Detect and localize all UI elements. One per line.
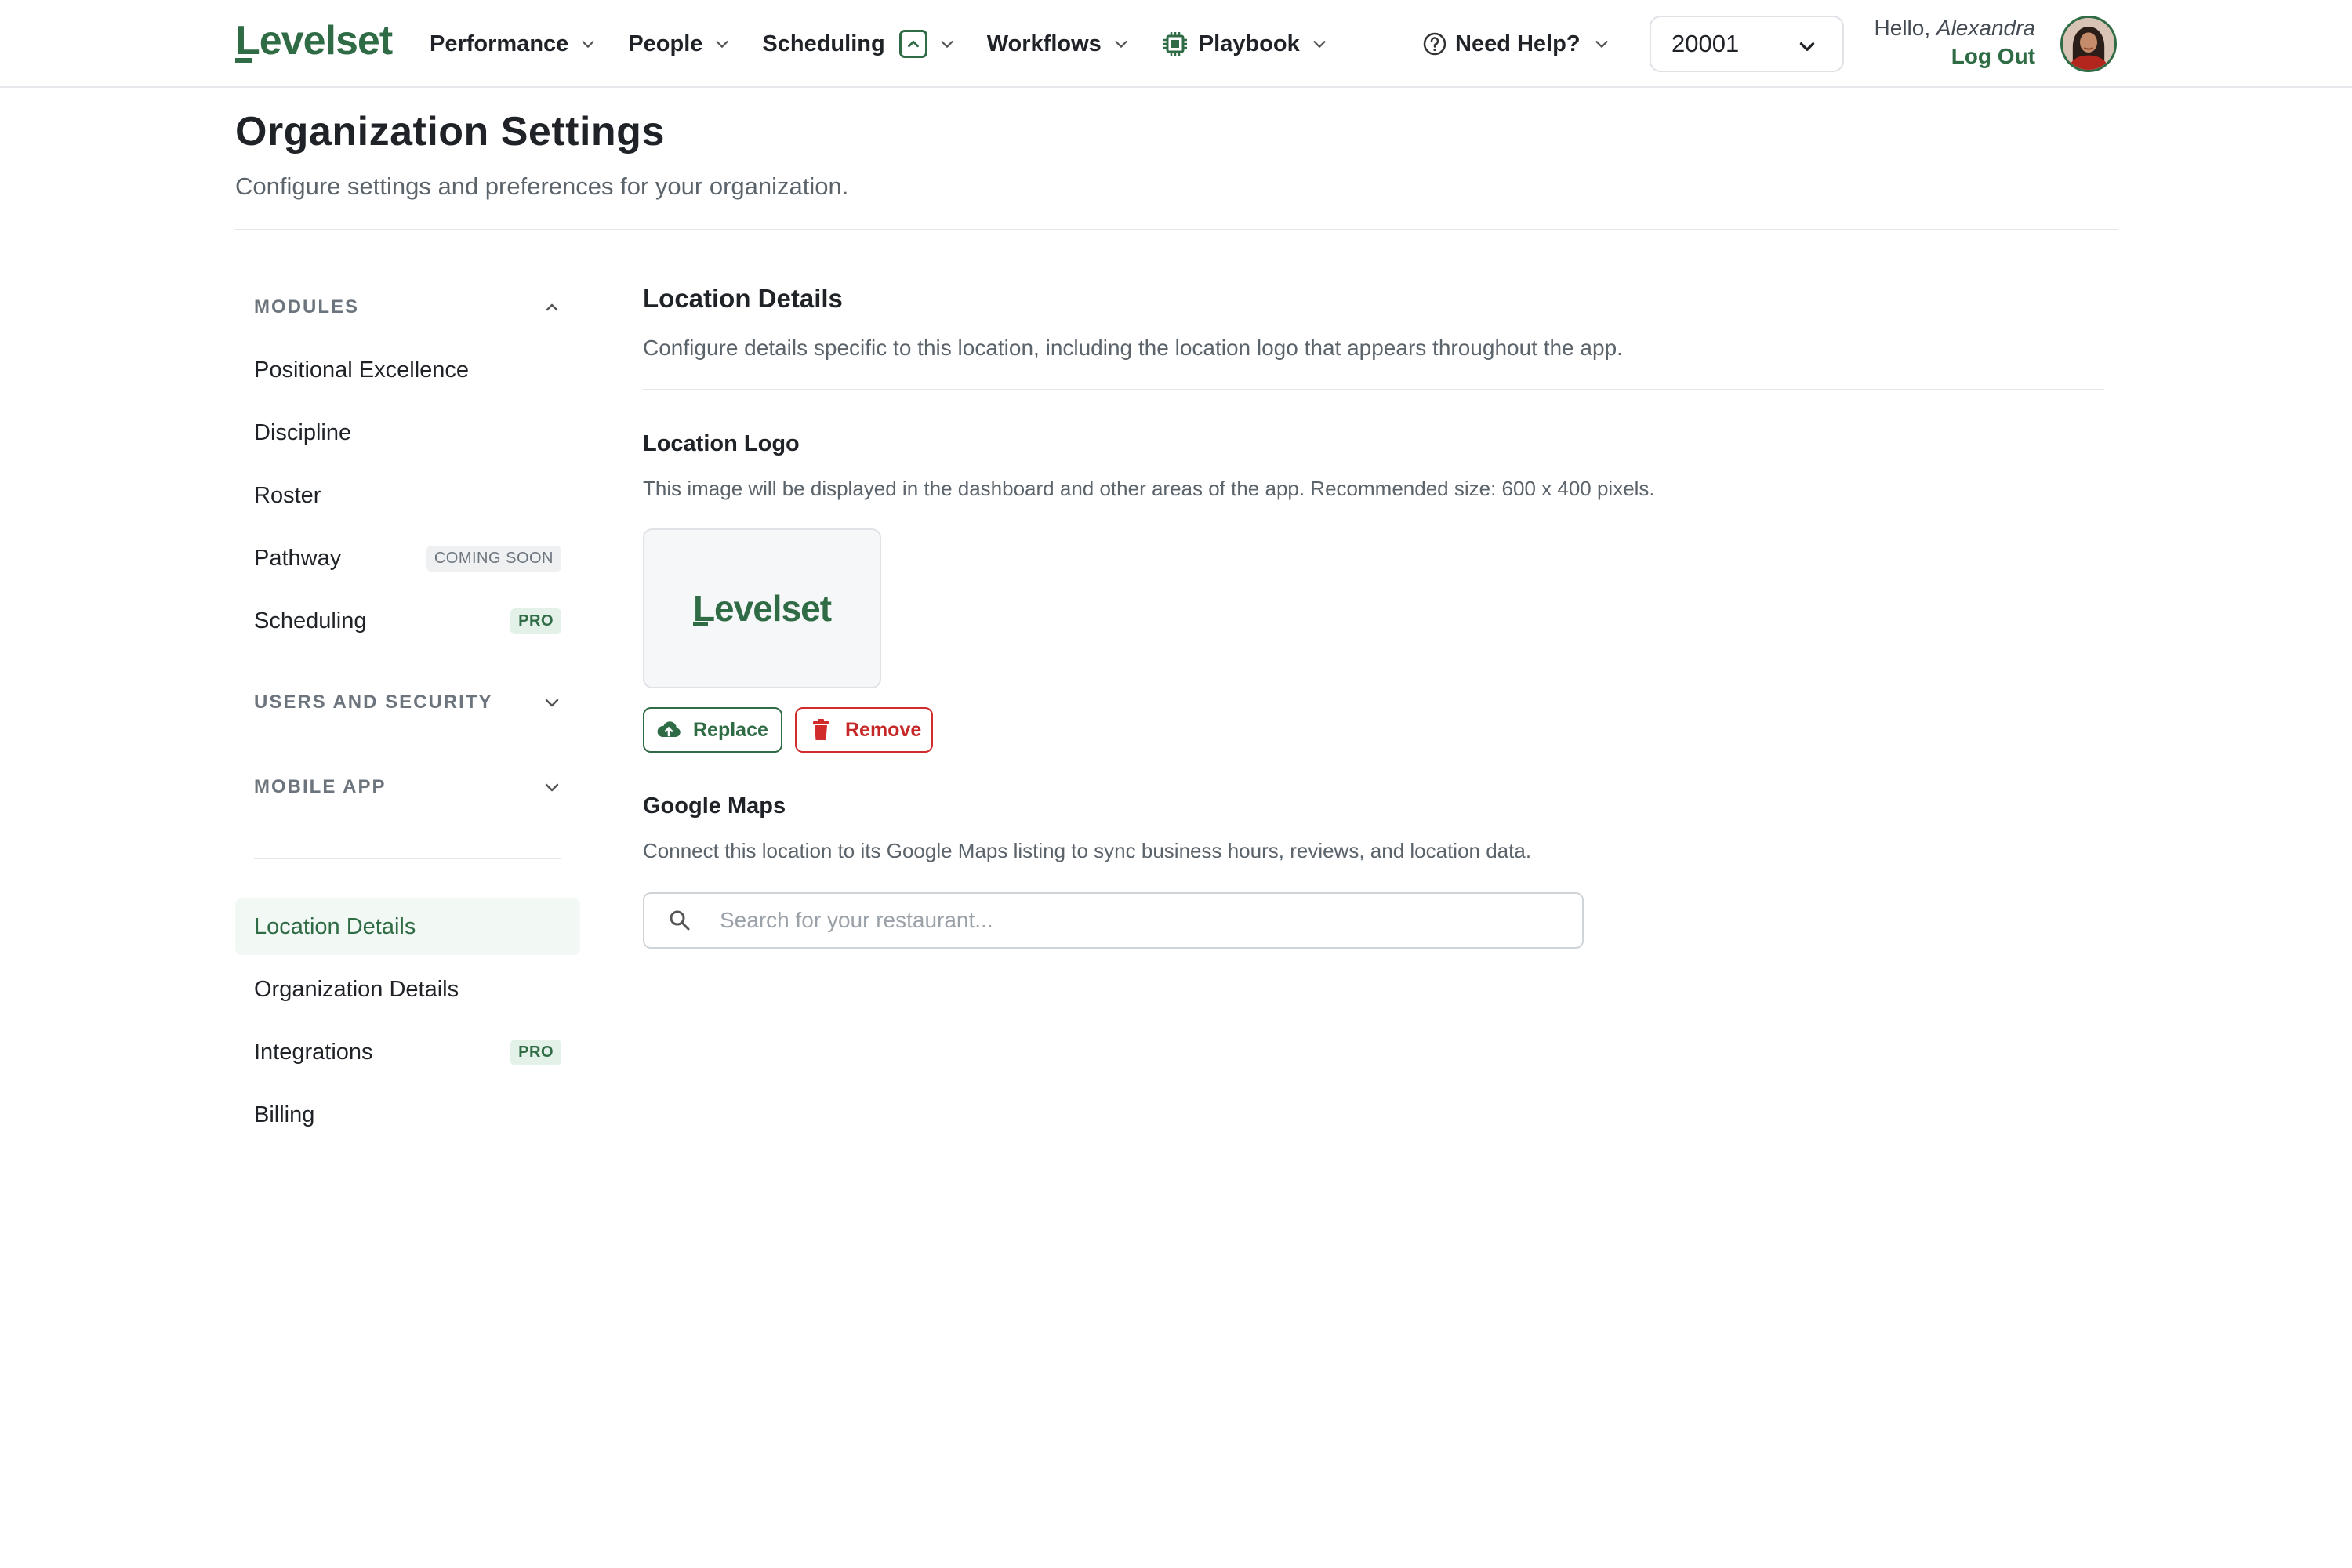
search-icon [668, 909, 691, 932]
logout-link[interactable]: Log Out [1875, 42, 2035, 71]
sidebar-item-roster[interactable]: Roster [235, 467, 580, 524]
sidebar-item-label: Location Details [254, 913, 416, 939]
logo-first-letter: L [235, 16, 260, 66]
restaurant-search-input[interactable] [720, 908, 1566, 933]
nav-workflows-label: Workflows [986, 31, 1102, 56]
preview-text: evelset [714, 588, 832, 629]
nav-scheduling-label: Scheduling [762, 31, 885, 56]
cloud-upload-icon [655, 717, 682, 743]
section-users-security-label: USERS AND SECURITY [254, 691, 493, 713]
pro-badge: PRO [510, 608, 561, 634]
location-logo-preview: Levelset [643, 528, 881, 688]
section-mobile-app-label: MOBILE APP [254, 776, 387, 797]
location-select[interactable]: 20001 [1650, 16, 1844, 72]
chevron-down-icon [1311, 35, 1328, 53]
greeting-hello: Hello, [1874, 16, 1931, 40]
trash-icon [808, 717, 834, 743]
pro-badge: PRO [510, 1039, 561, 1065]
header-divider [235, 229, 2118, 230]
sidebar-item-scheduling[interactable]: Scheduling PRO [235, 593, 580, 649]
sidebar-divider [254, 858, 561, 859]
chevron-up-badge-icon [898, 30, 927, 58]
page-title: Organization Settings [235, 109, 665, 154]
nav-scheduling[interactable]: Scheduling [762, 30, 955, 58]
user-name: Alexandra [1936, 16, 2035, 40]
remove-logo-button[interactable]: Remove [795, 707, 933, 753]
sidebar-item-organization-details[interactable]: Organization Details [235, 961, 580, 1018]
sidebar-section-modules[interactable]: MODULES [254, 292, 561, 323]
section-title: Location Details [643, 284, 843, 313]
section-modules-label: MODULES [254, 296, 359, 318]
location-logo-description: This image will be displayed in the dash… [643, 477, 1655, 500]
replace-logo-button[interactable]: Replace [643, 707, 782, 753]
chevron-down-icon [579, 35, 597, 53]
chevron-down-icon [1797, 36, 1817, 56]
chip-icon [1161, 30, 1189, 58]
levelset-logo[interactable]: Levelset [235, 16, 393, 66]
nav-people[interactable]: People [628, 31, 731, 57]
remove-label: Remove [845, 718, 922, 741]
chevron-down-icon [1593, 35, 1610, 53]
sidebar-item-label: Roster [254, 482, 321, 508]
nav-performance-label: Performance [430, 31, 569, 56]
google-maps-title: Google Maps [643, 793, 786, 818]
location-logo-title: Location Logo [643, 431, 800, 456]
chevron-up-icon [543, 298, 561, 317]
chevron-down-icon [543, 693, 561, 712]
sidebar-item-pathway[interactable]: Pathway COMING SOON [235, 530, 580, 586]
nav-performance[interactable]: Performance [430, 31, 597, 57]
sidebar-section-users-security[interactable]: USERS AND SECURITY [254, 687, 561, 718]
google-maps-search[interactable] [643, 892, 1584, 949]
google-maps-description: Connect this location to its Google Maps… [643, 839, 1532, 862]
chevron-down-icon [543, 778, 561, 797]
sidebar-item-billing[interactable]: Billing [235, 1087, 580, 1143]
chevron-down-icon [1112, 35, 1130, 53]
chevron-down-icon [713, 35, 731, 53]
need-help-label: Need Help? [1455, 31, 1581, 56]
section-description: Configure details specific to this locat… [643, 336, 1623, 360]
nav-playbook[interactable]: Playbook [1161, 30, 1328, 58]
preview-first-letter: L [692, 588, 715, 629]
sidebar-item-positional-excellence[interactable]: Positional Excellence [235, 342, 580, 398]
section-divider [643, 389, 2104, 390]
sidebar-item-label: Pathway [254, 545, 342, 571]
location-select-value: 20001 [1671, 30, 1740, 57]
page-subtitle: Configure settings and preferences for y… [235, 172, 849, 200]
need-help-menu[interactable]: Need Help? [1422, 24, 1610, 64]
sidebar-item-label: Billing [254, 1102, 315, 1127]
sidebar-section-mobile-app[interactable]: MOBILE APP [254, 771, 561, 803]
sidebar-item-integrations[interactable]: Integrations PRO [235, 1024, 580, 1080]
sidebar-item-label: Organization Details [254, 976, 459, 1002]
greeting-text: Hello, Alexandra [1875, 14, 2035, 42]
user-greeting: Hello, Alexandra Log Out [1875, 14, 2035, 71]
sidebar-item-location-details[interactable]: Location Details [235, 898, 580, 955]
coming-soon-badge: COMING SOON [426, 545, 561, 572]
question-circle-icon [1422, 31, 1447, 56]
sidebar-item-discipline[interactable]: Discipline [235, 405, 580, 461]
main-nav: Performance People Scheduling Workflows [430, 24, 1359, 64]
sidebar-item-label: Positional Excellence [254, 357, 470, 383]
sidebar-item-label: Integrations [254, 1039, 373, 1065]
top-navigation: Levelset Performance People Scheduling W… [0, 0, 2352, 88]
nav-workflows[interactable]: Workflows [987, 31, 1130, 57]
avatar[interactable] [2060, 16, 2117, 72]
nav-people-label: People [628, 31, 703, 56]
logo-text: evelset [259, 18, 393, 64]
chevron-down-icon [938, 35, 956, 53]
sidebar-item-label: Scheduling [254, 608, 367, 633]
logo-preview-image: Levelset [692, 587, 832, 630]
nav-playbook-label: Playbook [1198, 31, 1300, 56]
replace-label: Replace [693, 718, 768, 741]
sidebar-item-label: Discipline [254, 419, 352, 445]
